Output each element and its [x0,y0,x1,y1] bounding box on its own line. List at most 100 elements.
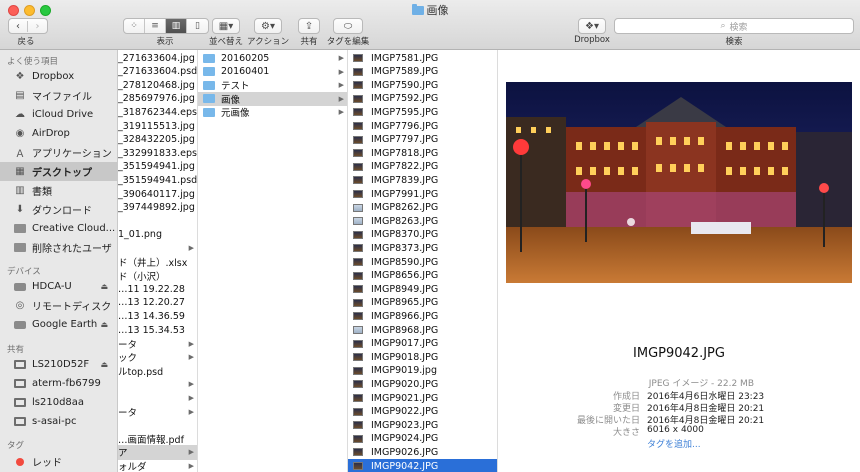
list-item[interactable]: …画面情報.pdf [118,432,197,446]
sidebar-item-remote-disc[interactable]: ◎ リモートディスク [0,296,117,315]
list-item[interactable]: ▶ [118,377,197,391]
action-button[interactable]: ⚙▾ [254,18,282,34]
list-item[interactable]: ▶ [118,241,197,255]
sidebar-item-creative-cloud[interactable]: Creative Cloud... [0,219,117,238]
file-row[interactable]: IMGP9021.JPG [348,391,497,405]
list-item[interactable]: _318762344.eps [118,105,197,119]
file-row[interactable]: IMGP9023.JPG [348,418,497,432]
file-row[interactable]: IMGP8656.JPG [348,269,497,283]
file-row[interactable]: IMGP8263.JPG [348,214,497,228]
list-item[interactable]: _271633604.jpg [118,51,197,65]
list-item[interactable]: ド（井上）.xlsx [118,255,197,269]
list-item[interactable]: ック ▶ [118,350,197,364]
sidebar-item-dropbox[interactable]: ❖ Dropbox [0,67,117,86]
file-row[interactable]: IMGP7590.JPG [348,78,497,92]
file-row[interactable]: IMGP9026.JPG [348,445,497,459]
folder-row[interactable]: テスト ▶ [198,78,347,92]
list-item[interactable]: ア ▶ [118,445,197,460]
sidebar-item-ls210d52f[interactable]: LS210D52F ⏏ [0,355,117,374]
edit-tags-button[interactable]: ⬭ [333,18,363,34]
folder-row[interactable]: 元画像 ▶ [198,105,347,119]
file-row[interactable]: IMGP8968.JPG [348,323,497,337]
sidebar-item-google-earth[interactable]: Google Earth ⏏ [0,315,117,334]
sidebar-item-my-files[interactable]: ▤ マイファイル [0,86,117,105]
list-item[interactable]: …13 15.34.53 [118,323,197,337]
sidebar-item-downloads[interactable]: ⬇ ダウンロード [0,200,117,219]
file-row[interactable]: IMGP8949.JPG [348,282,497,296]
list-item[interactable]: …13 12.20.27 [118,296,197,310]
list-item[interactable]: _319115513.jpg [118,119,197,133]
sidebar-item-desktop[interactable]: ▦ デスクトップ [0,162,117,181]
file-row[interactable]: IMGP7581.JPG [348,51,497,65]
list-item[interactable] [118,214,197,228]
list-view-icon[interactable]: ≡ [145,19,166,33]
sidebar-item-documents[interactable]: ▥ 書類 [0,181,117,200]
list-item[interactable]: ▶ [118,391,197,405]
file-row[interactable]: IMGP8966.JPG [348,309,497,323]
file-row[interactable]: IMGP9022.JPG [348,405,497,419]
file-row[interactable]: IMGP9020.JPG [348,377,497,391]
sidebar-item-aterm[interactable]: aterm-fb6799 [0,374,117,393]
list-item[interactable]: _278120468.jpg [118,78,197,92]
sidebar-item-icloud[interactable]: ☁ iCloud Drive [0,105,117,124]
file-row[interactable]: IMGP9024.JPG [348,432,497,446]
sidebar-item-hdca-u[interactable]: HDCA-U ⏏ [0,277,117,296]
file-row[interactable]: IMGP9042.JPG [348,459,497,472]
sidebar-item-deleted-users[interactable]: 削除されたユーザ [0,238,117,257]
list-item[interactable] [118,418,197,432]
file-row[interactable]: IMGP8590.JPG [348,255,497,269]
list-item[interactable]: ォルダ ▶ [118,459,197,472]
chevron-right-icon[interactable]: › [28,21,47,32]
list-item[interactable]: …13 14.36.59 [118,309,197,323]
column-view-icon[interactable]: ▥ [166,19,187,33]
file-row[interactable]: IMGP8370.JPG [348,228,497,242]
search-field[interactable]: ⌕ 検索 [614,18,854,34]
eject-icon[interactable]: ⏏ [100,320,108,329]
list-item[interactable]: ド（小沢） [118,269,197,283]
list-item[interactable]: _285697976.jpg [118,92,197,106]
list-item[interactable]: _271633604.psd [118,65,197,79]
file-row[interactable]: IMGP7822.JPG [348,160,497,174]
folder-row[interactable]: 画像 ▶ [198,91,347,106]
cover-flow-icon[interactable]: ▯ [187,19,208,33]
file-row[interactable]: IMGP8373.JPG [348,241,497,255]
share-button[interactable]: ⇪ [298,18,320,34]
sidebar-item-airdrop[interactable]: ◉ AirDrop [0,124,117,143]
list-item[interactable]: …11 19.22.28 [118,282,197,296]
list-item[interactable]: _397449892.jpg [118,201,197,215]
sort-button[interactable]: ▦▾ [212,18,240,34]
sidebar-item-applications[interactable]: Ａ アプリケーション [0,143,117,162]
file-row[interactable]: IMGP7595.JPG [348,105,497,119]
chevron-left-icon[interactable]: ‹ [9,20,29,32]
folder-row[interactable]: 20160401 ▶ [198,65,347,79]
sidebar-item-ls210d8aa[interactable]: ls210d8aa [0,393,117,412]
sidebar-item-s-asai-pc[interactable]: s-asai-pc [0,412,117,431]
file-row[interactable]: IMGP7991.JPG [348,187,497,201]
dropbox-button[interactable]: ❖▾ [578,18,606,34]
file-row[interactable]: IMGP7797.JPG [348,133,497,147]
file-row[interactable]: IMGP7592.JPG [348,92,497,106]
eject-icon[interactable]: ⏏ [100,360,108,369]
list-item[interactable]: _328432205.jpg [118,133,197,147]
list-item[interactable]: ータ ▶ [118,405,197,419]
list-item[interactable]: _351594941.jpg [118,160,197,174]
list-item[interactable]: 1_01.png [118,228,197,242]
file-row[interactable]: IMGP8965.JPG [348,296,497,310]
sidebar-item-tag-red[interactable]: レッド [0,452,117,471]
file-row[interactable]: IMGP8262.JPG [348,201,497,215]
folder-row[interactable]: 20160205 ▶ [198,51,347,65]
list-item[interactable]: _390640117.jpg [118,187,197,201]
file-row[interactable]: IMGP9018.JPG [348,350,497,364]
file-row[interactable]: IMGP7589.JPG [348,65,497,79]
file-row[interactable]: IMGP7796.JPG [348,119,497,133]
file-row[interactable]: IMGP7818.JPG [348,146,497,160]
add-tags-link[interactable]: タグを追加... [647,437,701,450]
file-row[interactable]: IMGP9017.JPG [348,337,497,351]
list-item[interactable]: ルtop.psd [118,364,197,378]
eject-icon[interactable]: ⏏ [100,282,108,291]
list-item[interactable]: ータ ▶ [118,337,197,351]
file-row[interactable]: IMGP7839.JPG [348,173,497,187]
icon-view-icon[interactable]: ⁘ [124,19,145,33]
list-item[interactable]: _351594941.psd [118,173,197,187]
file-row[interactable]: IMGP9019.jpg [348,364,497,378]
